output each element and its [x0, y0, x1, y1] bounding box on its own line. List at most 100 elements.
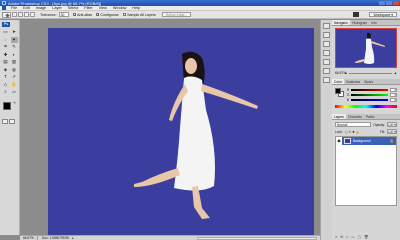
zoom-level[interactable]: 66.67%	[20, 236, 38, 240]
actions-panel-icon[interactable]	[323, 32, 330, 38]
tab-histogram[interactable]: Histogram	[350, 20, 369, 25]
hand-tool-icon[interactable]: ✋	[11, 82, 18, 88]
tool-presets-icon[interactable]	[323, 50, 330, 56]
link-layers-icon[interactable]: ∞	[335, 235, 338, 239]
toolbox: Ps ▭ ➤ ◌ ✦ ⌗ ✎ ✚ ◐ ▤ ▥ ◈ ◍ T ➚ ◇ ✋ ⌕ ▱ ↰	[0, 20, 20, 235]
navigator-zoom-slider[interactable]	[348, 72, 392, 74]
magic-wand-tool-icon[interactable]: ✦	[10, 36, 18, 43]
color-panel-foreground[interactable]	[335, 88, 341, 94]
tool-preset-picker[interactable]	[2, 11, 11, 18]
crop-tool-icon[interactable]: ⌗	[2, 44, 9, 50]
color-tabs: Color Swatches Styles	[332, 79, 400, 85]
lock-icons[interactable]: ▢ ✎ ✚ 🔒	[345, 130, 360, 134]
sample-all-checkbox[interactable]	[122, 12, 127, 17]
layer-comps-icon[interactable]	[323, 59, 330, 65]
tab-channels[interactable]: Channels	[346, 114, 364, 119]
blend-mode-select[interactable]: Normal	[335, 122, 372, 127]
intersect-selection-icon[interactable]	[30, 12, 35, 17]
refine-edge-button[interactable]: Refine Edge...	[161, 12, 192, 17]
foreground-color[interactable]	[3, 102, 11, 110]
menu-window[interactable]: Window	[110, 6, 130, 10]
move-tool-icon[interactable]: ➤	[11, 29, 18, 35]
add-to-selection-icon[interactable]	[18, 12, 23, 17]
zoom-out-icon[interactable]: ▴	[345, 71, 347, 75]
paragraph-panel-icon[interactable]	[323, 77, 330, 83]
tab-color[interactable]: Color	[332, 79, 344, 84]
path-selection-icon[interactable]: ➚	[11, 74, 18, 80]
sample-all-label: Sample All Layers	[127, 12, 156, 17]
tab-paths[interactable]: Paths	[364, 114, 376, 119]
menu-image[interactable]: Image	[33, 6, 50, 10]
anti-alias-checkbox[interactable]	[72, 12, 76, 17]
layer-style-icon[interactable]: fx	[341, 235, 344, 239]
tab-info[interactable]: Info	[369, 20, 379, 25]
new-selection-icon[interactable]	[12, 12, 17, 17]
channel-r-value[interactable]: 0	[390, 88, 397, 92]
gradient-tool-icon[interactable]: ◍	[11, 67, 18, 73]
window-title: Adobe Photoshop CS3 - [Ayu.jpg @ 66.7% (…	[8, 0, 102, 6]
maximize-button[interactable]	[386, 1, 392, 5]
close-button[interactable]	[393, 1, 399, 5]
channel-r-slider[interactable]	[351, 89, 388, 91]
healing-brush-icon[interactable]: ✚	[2, 52, 9, 58]
channel-g-value[interactable]: 0	[390, 93, 397, 97]
navigator-preview[interactable]	[335, 28, 397, 68]
character-panel-icon[interactable]	[323, 68, 330, 74]
layer-row-background[interactable]: ◉ Background 🔒	[336, 137, 396, 145]
minimize-button[interactable]	[379, 1, 385, 5]
brush-tool-icon[interactable]: ◐	[11, 52, 18, 58]
anti-alias-label: Anti-alias	[77, 12, 92, 17]
channel-r-label: R	[347, 88, 350, 92]
status-bar: 66.67% Doc: 1.50M/799.9K ▸	[20, 235, 320, 240]
tab-navigator[interactable]: Navigator	[332, 20, 351, 25]
menu-help[interactable]: Help	[129, 6, 143, 10]
new-layer-icon[interactable]: ▢	[358, 235, 361, 239]
new-group-icon[interactable]: ▭	[351, 235, 354, 239]
tab-styles[interactable]: Styles	[362, 79, 375, 84]
status-menu-arrow[interactable]: ▸	[72, 236, 74, 240]
workspace-dropdown[interactable]: Workspace ▾	[369, 12, 397, 17]
menu-filter[interactable]: Filter	[81, 6, 95, 10]
swap-colors-icon[interactable]: ↰	[13, 101, 16, 105]
brushes-panel-icon[interactable]	[323, 41, 330, 47]
tab-layers[interactable]: Layers	[332, 114, 346, 119]
marquee-tool-icon[interactable]: ▭	[2, 29, 9, 35]
menu-view[interactable]: View	[96, 6, 110, 10]
visibility-eye-icon[interactable]: ◉	[336, 137, 342, 145]
brushes-palette-icon[interactable]	[353, 12, 360, 17]
tolerance-label: Tolerance:	[40, 12, 57, 17]
channel-g-slider[interactable]	[351, 94, 388, 96]
tolerance-input[interactable]: 30	[58, 12, 69, 17]
eraser-tool-icon[interactable]: ◈	[2, 67, 9, 73]
delete-layer-icon[interactable]: 🗑	[364, 235, 368, 239]
quick-mask-icon[interactable]	[9, 119, 15, 124]
opacity-input[interactable]: 100%	[387, 122, 397, 127]
fill-input[interactable]: 100%	[387, 129, 397, 134]
adjustment-layer-icon[interactable]: ◐	[346, 235, 348, 239]
tab-swatches[interactable]: Swatches	[344, 79, 362, 84]
standard-mode-icon[interactable]	[2, 119, 8, 124]
menu-file[interactable]: File	[8, 6, 20, 10]
history-brush-icon[interactable]: ▥	[11, 59, 18, 65]
horizontal-scrollbar[interactable]	[197, 236, 317, 240]
clone-stamp-icon[interactable]: ▤	[2, 59, 9, 65]
navigator-zoom-value[interactable]: 66.67%	[335, 71, 346, 75]
pen-tool-icon[interactable]: ◇	[2, 82, 9, 88]
menu-select[interactable]: Select	[65, 6, 82, 10]
notes-tool-icon[interactable]: ▱	[11, 89, 18, 95]
document-icon[interactable]	[2, 6, 6, 10]
subtract-selection-icon[interactable]	[24, 12, 29, 17]
color-spectrum[interactable]	[335, 105, 397, 108]
menu-edit[interactable]: Edit	[20, 6, 33, 10]
contiguous-checkbox[interactable]	[95, 12, 99, 17]
zoom-in-icon[interactable]: ▲	[394, 71, 397, 75]
zoom-tool-icon[interactable]: ⌕	[2, 89, 9, 95]
image-canvas[interactable]	[48, 28, 314, 240]
type-tool-icon[interactable]: T	[2, 74, 9, 80]
channel-b-slider[interactable]	[351, 99, 388, 101]
slice-tool-icon[interactable]: ✎	[11, 44, 18, 50]
history-panel-icon[interactable]	[323, 23, 330, 29]
menu-layer[interactable]: Layer	[49, 6, 65, 10]
lasso-tool-icon[interactable]: ◌	[2, 37, 9, 43]
channel-b-value[interactable]: 0	[390, 98, 397, 102]
